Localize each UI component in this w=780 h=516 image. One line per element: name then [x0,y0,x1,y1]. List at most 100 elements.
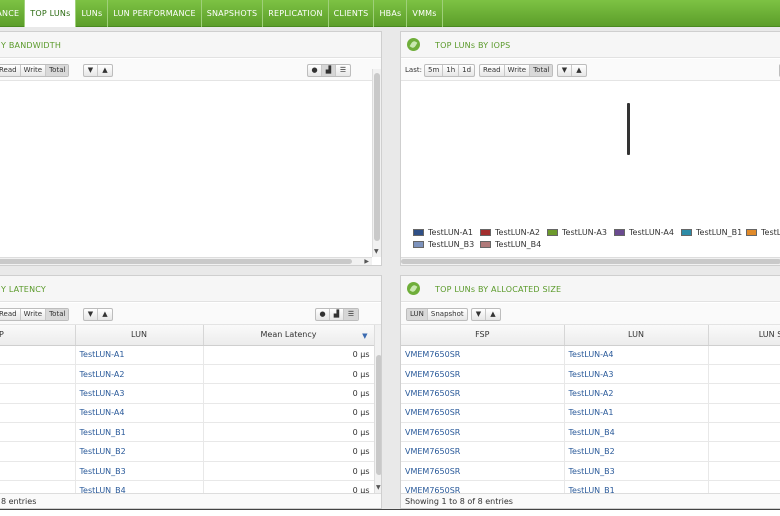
sort-down-icon[interactable]: ▼ [84,309,98,320]
allocated-lun-button[interactable]: LUN [407,309,428,320]
lun-link[interactable]: TestLUN_B1 [75,422,204,443]
fsp-link[interactable]: VMEM7650SR [401,383,565,404]
column-header-lun[interactable]: LUN [75,325,204,346]
tab-clients[interactable]: CLIENTS [329,0,375,27]
tab-performance[interactable]: ORMANCE [0,0,26,27]
tab-top-luns[interactable]: TOP LUNs [25,0,77,27]
allocated-snapshot-button[interactable]: Snapshot [428,309,467,320]
table-row[interactable]: VMEM7650SR TestLUN_B3 [401,461,780,482]
lun-link[interactable]: TestLUN-A2 [564,383,709,404]
table-row[interactable]: TestLUN_B3 0 µs [0,461,375,482]
fsp-link[interactable]: VMEM7650SR [401,403,565,424]
bandwidth-mode-group: Read Write Total [0,64,70,77]
bandwidth-read-button[interactable]: Read [0,65,21,76]
latency-read-button[interactable]: Read [0,309,21,320]
iops-hscroll-thumb[interactable] [401,259,780,264]
lun-link[interactable]: TestLUN-A4 [75,403,204,424]
sort-up-icon[interactable]: ▲ [98,65,112,76]
sort-down-icon[interactable]: ▼ [558,65,572,76]
table-row[interactable]: VMEM7650SR TestLUN-A4 [401,345,780,365]
scroll-down-arrow-icon[interactable]: ▼ [374,248,379,255]
fsp-link[interactable]: VMEM7650SR [401,461,565,482]
tab-vmms[interactable]: VMMs [407,0,443,27]
table-row[interactable]: VMEM7650SR TestLUN_B4 [401,422,780,443]
lun-link[interactable]: TestLUN_B3 [564,461,709,482]
bar-chart-icon[interactable]: ▟ [322,65,336,76]
table-row[interactable]: VMEM7650SR TestLUN_B2 [401,441,780,462]
lun-link[interactable]: TestLUN_B2 [75,441,204,462]
range-5m-button[interactable]: 5m [425,65,444,76]
fsp-link[interactable]: VMEM7650SR [401,422,565,443]
lun-link[interactable]: TestLUN-A4 [564,345,709,365]
bandwidth-hscroll-thumb[interactable] [0,259,352,264]
tab-luns[interactable]: LUNs [76,0,109,27]
lun-link[interactable]: TestLUN_B2 [564,441,709,462]
lun-link[interactable]: TestLUN-A2 [75,364,204,385]
latency-scroll-thumb[interactable] [376,355,381,475]
tab-snapshots[interactable]: SNAPSHOTS [202,0,264,27]
lun-link[interactable]: TestLUN_B3 [75,461,204,482]
table-row[interactable]: TestLUN_B1 0 µs [0,422,375,443]
scroll-right-arrow-icon[interactable]: ▶ [364,258,369,265]
table-row[interactable]: TestLUN_B2 0 µs [0,441,375,462]
lun-link[interactable]: TestLUN_B4 [564,422,709,443]
table-row[interactable]: VMEM7650SR TestLUN-A3 [401,364,780,385]
lun-link[interactable]: TestLUN-A3 [564,364,709,385]
table-row[interactable]: VMEM7650SR TestLUN-A2 [401,383,780,404]
iops-write-button[interactable]: Write [505,65,531,76]
lun-link[interactable]: TestLUN-A1 [564,403,709,424]
bandwidth-total-button[interactable]: Total [46,65,69,76]
legend-item[interactable]: TestLUN_B1 [681,228,742,237]
list-icon[interactable]: ☰ [344,309,358,320]
column-header-mean-latency[interactable]: Mean Latency ▼ [203,325,375,346]
iops-read-button[interactable]: Read [480,65,505,76]
bandwidth-scroll-thumb[interactable] [374,73,380,241]
legend-item[interactable]: TestLUN_B3 [413,240,474,249]
iops-total-button[interactable]: Total [530,65,553,76]
list-icon[interactable]: ☰ [336,65,350,76]
latency-panel-header: Y LATENCY [0,276,381,302]
column-header-lun-size[interactable]: LUN Si [708,325,780,346]
iops-horizontal-scrollbar[interactable] [401,257,780,265]
lun-link[interactable]: TestLUN-A3 [75,383,204,404]
table-row[interactable]: TestLUN-A3 0 µs [0,383,375,404]
table-row[interactable]: TestLUN-A1 0 µs [0,345,375,365]
latency-write-button[interactable]: Write [21,309,47,320]
bandwidth-vertical-scrollbar[interactable]: ▼ [372,69,381,257]
latency-total-button[interactable]: Total [46,309,69,320]
legend-item[interactable]: TestLUN-A1 [413,228,473,237]
sort-down-icon[interactable]: ▼ [472,309,486,320]
scroll-down-arrow-icon[interactable]: ▼ [376,484,381,491]
fsp-link[interactable]: VMEM7650SR [401,441,565,462]
last-label: Last: [405,66,422,74]
fsp-link[interactable]: VMEM7650SR [401,345,565,365]
fsp-link[interactable]: VMEM7650SR [401,364,565,385]
bandwidth-horizontal-scrollbar[interactable]: ▶ [0,257,372,265]
sort-down-icon[interactable]: ▼ [84,65,98,76]
legend-item[interactable]: TestL [746,228,780,237]
tab-lun-performance[interactable]: LUN PERFORMANCE [108,0,202,27]
lun-link[interactable]: TestLUN-A1 [75,345,204,365]
column-header-lun[interactable]: LUN [564,325,709,346]
range-1d-button[interactable]: 1d [459,65,474,76]
legend-item[interactable]: TestLUN-A2 [480,228,540,237]
bandwidth-write-button[interactable]: Write [21,65,47,76]
range-1h-button[interactable]: 1h [443,65,460,76]
sort-up-icon[interactable]: ▲ [486,309,500,320]
pie-chart-icon[interactable]: ● [308,65,322,76]
pie-chart-icon[interactable]: ● [316,309,330,320]
legend-item[interactable]: TestLUN_B4 [480,240,541,249]
tab-replication[interactable]: REPLICATION [263,0,329,27]
sort-up-icon[interactable]: ▲ [98,309,112,320]
table-row[interactable]: TestLUN-A4 0 µs [0,403,375,424]
column-header-fsp[interactable]: P [0,325,76,346]
column-header-fsp[interactable]: FSP [401,325,565,346]
bar-chart-icon[interactable]: ▟ [330,309,344,320]
tab-hbas[interactable]: HBAs [374,0,408,27]
latency-vertical-scrollbar[interactable]: ▼ [374,325,381,493]
legend-item[interactable]: TestLUN-A4 [614,228,674,237]
table-row[interactable]: TestLUN-A2 0 µs [0,364,375,385]
legend-item[interactable]: TestLUN-A3 [547,228,607,237]
table-row[interactable]: VMEM7650SR TestLUN-A1 [401,403,780,424]
sort-up-icon[interactable]: ▲ [572,65,586,76]
